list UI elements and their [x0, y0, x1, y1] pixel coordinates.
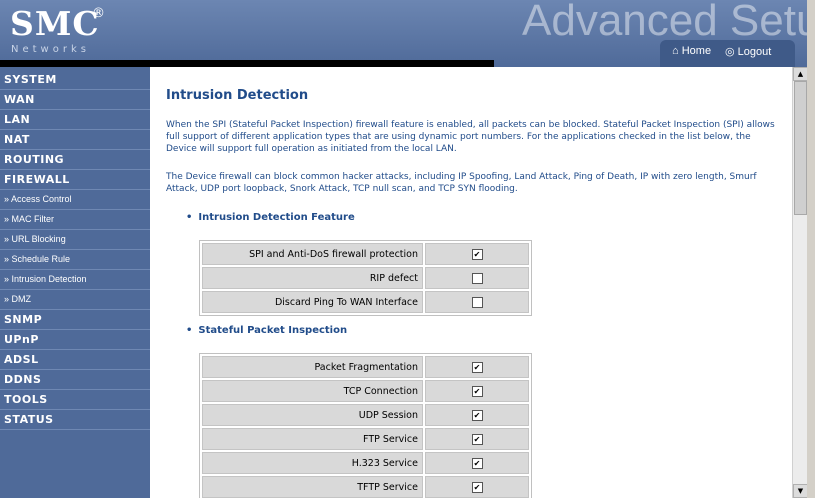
sidebar-subitem-intrusion-detection[interactable]: » Intrusion Detection — [0, 270, 150, 290]
sidebar-subitem-access-control[interactable]: » Access Control — [0, 190, 150, 210]
option-cell: ✔ — [425, 380, 529, 402]
sidebar-item-ddns[interactable]: DDNS — [0, 370, 150, 390]
page-title: Intrusion Detection — [166, 88, 309, 103]
bullet-icon: • — [186, 325, 193, 336]
option-cell: ✔ — [425, 356, 529, 378]
option-cell: ✔ — [425, 243, 529, 265]
table-row: Discard Ping To WAN Interface — [202, 291, 529, 313]
section-title-stateful-packet-inspection: • Stateful Packet Inspection — [186, 325, 347, 336]
sidebar-item-lan[interactable]: LAN — [0, 110, 150, 130]
sidebar-item-routing[interactable]: ROUTING — [0, 150, 150, 170]
vertical-scrollbar[interactable]: ▲ ▼ — [792, 67, 808, 498]
section-title-intrusion-detection-feature: • Intrusion Detection Feature — [186, 212, 355, 223]
option-cell: ✔ — [425, 452, 529, 474]
option-label: SPI and Anti-DoS firewall protection — [202, 243, 423, 265]
section-label: Stateful Packet Inspection — [198, 325, 348, 336]
sidebar-subitem-dmz[interactable]: » DMZ — [0, 290, 150, 310]
rip-defect-checkbox[interactable] — [471, 272, 483, 284]
sidebar-item-firewall[interactable]: FIREWALL — [0, 170, 150, 190]
intrusion-detection-table: SPI and Anti-DoS firewall protection ✔ R… — [199, 240, 532, 316]
table-row: FTP Service ✔ — [202, 428, 529, 450]
option-cell: ✔ — [425, 476, 529, 498]
table-row: UDP Session ✔ — [202, 404, 529, 426]
sidebar-subitem-url-blocking[interactable]: » URL Blocking — [0, 230, 150, 250]
sidebar-item-nat[interactable]: NAT — [0, 130, 150, 150]
option-cell — [425, 267, 529, 289]
logo-subtitle: Networks — [11, 44, 90, 55]
tcp-connection-checkbox[interactable]: ✔ — [471, 385, 483, 397]
ftp-service-checkbox[interactable]: ✔ — [471, 433, 483, 445]
window-edge — [807, 0, 815, 498]
main-content: Intrusion Detection When the SPI (Statef… — [150, 67, 792, 498]
sidebar-item-upnp[interactable]: UPnP — [0, 330, 150, 350]
sidebar-item-wan[interactable]: WAN — [0, 90, 150, 110]
sidebar-item-system[interactable]: SYSTEM — [0, 70, 150, 90]
option-label: TFTP Service — [202, 476, 423, 498]
logout-label: Logout — [737, 46, 772, 58]
section-label: Intrusion Detection Feature — [198, 212, 355, 223]
option-label: RIP defect — [202, 267, 423, 289]
packet-fragmentation-checkbox[interactable]: ✔ — [471, 361, 483, 373]
sidebar-item-status[interactable]: STATUS — [0, 410, 150, 430]
option-label: TCP Connection — [202, 380, 423, 402]
discard-ping-checkbox[interactable] — [471, 296, 483, 308]
stateful-packet-inspection-table: Packet Fragmentation ✔ TCP Connection ✔ … — [199, 353, 532, 498]
logout-link[interactable]: ◎ Logout — [725, 45, 771, 58]
sidebar-subitem-mac-filter[interactable]: » MAC Filter — [0, 210, 150, 230]
firewall-description: The Device firewall can block common hac… — [166, 172, 757, 194]
option-cell: ✔ — [425, 404, 529, 426]
table-row: RIP defect — [202, 267, 529, 289]
option-label: H.323 Service — [202, 452, 423, 474]
option-label: Packet Fragmentation — [202, 356, 423, 378]
spi-description: When the SPI (Stateful Packet Inspection… — [166, 120, 775, 154]
h323-service-checkbox[interactable]: ✔ — [471, 457, 483, 469]
table-row: TFTP Service ✔ — [202, 476, 529, 498]
table-row: H.323 Service ✔ — [202, 452, 529, 474]
spi-anti-dos-checkbox[interactable]: ✔ — [471, 248, 483, 260]
sidebar-nav: SYSTEM WAN LAN NAT ROUTING FIREWALL » Ac… — [0, 67, 150, 498]
sidebar-subitem-schedule-rule[interactable]: » Schedule Rule — [0, 250, 150, 270]
option-label: FTP Service — [202, 428, 423, 450]
sidebar-item-adsl[interactable]: ADSL — [0, 350, 150, 370]
sidebar-item-snmp[interactable]: SNMP — [0, 310, 150, 330]
option-cell — [425, 291, 529, 313]
house-icon: ⌂ — [672, 45, 679, 57]
sidebar-item-tools[interactable]: TOOLS — [0, 390, 150, 410]
table-row: SPI and Anti-DoS firewall protection ✔ — [202, 243, 529, 265]
udp-session-checkbox[interactable]: ✔ — [471, 409, 483, 421]
bullet-icon: • — [186, 212, 193, 223]
registered-mark: ® — [92, 6, 105, 21]
scroll-up-arrow-icon[interactable]: ▲ — [793, 67, 808, 81]
smc-logo: SMC — [10, 4, 100, 43]
home-label: Home — [681, 45, 712, 57]
circle-icon: ◎ — [725, 46, 735, 58]
table-row: Packet Fragmentation ✔ — [202, 356, 529, 378]
option-label: Discard Ping To WAN Interface — [202, 291, 423, 313]
tftp-service-checkbox[interactable]: ✔ — [471, 481, 483, 493]
home-link[interactable]: ⌂ Home — [672, 45, 711, 57]
scroll-thumb[interactable] — [794, 81, 807, 215]
option-label: UDP Session — [202, 404, 423, 426]
header-banner: SMC ® Networks Advanced Setup ⌂ Home ◎ L… — [0, 0, 815, 67]
table-row: TCP Connection ✔ — [202, 380, 529, 402]
scroll-down-arrow-icon[interactable]: ▼ — [793, 484, 808, 498]
header-divider — [0, 60, 494, 67]
option-cell: ✔ — [425, 428, 529, 450]
